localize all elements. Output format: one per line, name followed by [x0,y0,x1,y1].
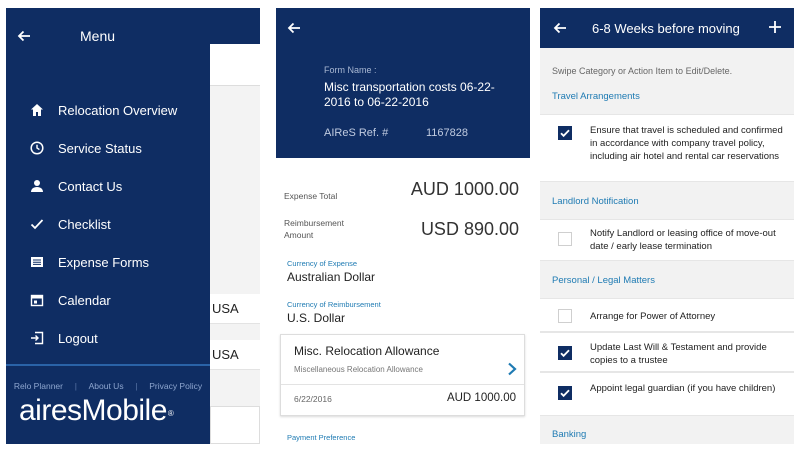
footer-links: Relo Planner | About Us | Privacy Policy [6,381,210,391]
form-body: Expense Total AUD 1000.00 Reimbursement … [276,158,530,444]
category-header[interactable]: Travel Arrangements [552,91,640,102]
link-privacy-policy[interactable]: Privacy Policy [149,381,202,391]
card-subtitle: Miscellaneous Relocation Allowance [294,365,423,374]
checkbox-unchecked[interactable] [558,232,572,246]
form-name: Misc transportation costs 06-22-2016 to … [324,80,495,109]
swipe-hint: Swipe Category or Action Item to Edit/De… [552,66,733,76]
page-title: 6-8 Weeks before moving [592,21,740,36]
list-icon [31,257,43,267]
currency-reimbursement-label: Currency of Reimbursement [287,300,381,309]
checkbox-checked[interactable] [558,386,572,400]
checkbox-checked[interactable] [558,126,572,140]
back-arrow-icon[interactable] [16,28,32,44]
check-icon [560,349,570,358]
menu-item-label: Relocation Overview [58,102,178,118]
checklist-screen: 6-8 Weeks before moving Swipe Category o… [540,8,794,444]
ref-value: 1167828 [426,127,469,139]
expense-total-value: AUD 1000.00 [410,179,519,199]
menu-item-logout[interactable]: Logout [6,321,210,355]
card-title: Misc. Relocation Allowance [294,344,440,358]
plus-icon[interactable] [768,20,782,34]
card-date: 6/22/2016 [294,394,332,404]
checklist-item[interactable]: Notify Landlord or leasing office of mov… [540,219,794,261]
expense-form-screen: Form Name : Misc transportation costs 06… [276,8,530,444]
drawer-header: Menu [6,8,210,66]
category-header[interactable]: Landlord Notification [552,196,639,207]
chevron-right-icon[interactable] [506,362,518,376]
menu-item-expense-forms[interactable]: Expense Forms [6,245,210,279]
expense-item-card[interactable]: Misc. Relocation Allowance Miscellaneous… [280,334,525,416]
registered-mark: ® [167,409,174,418]
menu-item-calendar[interactable]: Calendar [6,283,210,317]
checkbox-checked[interactable] [558,346,572,360]
menu-item-label: Contact Us [58,178,123,194]
item-text: Appoint legal guardian (if you have chil… [590,383,776,394]
form-name-label: Form Name : [324,65,377,75]
ref-label: AIReS Ref. # [324,127,389,139]
brand-name: airesMobile [19,394,167,427]
brand-logo: airesMobile® [19,394,174,428]
item-text: Update Last Will & Testament and provide… [590,342,767,366]
category-header[interactable]: Personal / Legal Matters [552,275,655,286]
back-arrow-icon[interactable] [552,20,568,36]
clock-icon [30,141,44,155]
checklist-item[interactable]: Ensure that travel is scheduled and conf… [540,114,794,182]
back-arrow-icon[interactable] [286,20,302,36]
logout-icon [31,331,44,345]
menu-item-checklist[interactable]: Checklist [6,207,210,241]
category-header[interactable]: Banking [552,429,586,440]
payment-preference-label: Payment Preference [287,433,356,442]
reimbursement-value: USD 890.00 [420,219,519,239]
reimbursement-label: Reimbursement Amount [284,218,344,240]
check-icon [560,389,570,398]
currency-reimbursement-value: U.S. Dollar [287,311,346,325]
link-relo-planner[interactable]: Relo Planner [14,381,63,391]
background-row: USA [210,294,260,324]
separator: | [74,381,77,391]
currency-expense-label: Currency of Expense [287,259,358,268]
menu-title: Menu [80,28,116,44]
calendar-icon [30,294,44,307]
menu-item-service-status[interactable]: Service Status [6,131,210,165]
checkbox-unchecked[interactable] [558,309,572,323]
menu-item-label: Checklist [58,216,111,232]
checklist-item[interactable]: Update Last Will & Testament and provide… [540,332,794,372]
form-header: Form Name : Misc transportation costs 06… [276,8,530,158]
currency-expense-value: Australian Dollar [287,270,376,284]
menu-item-contact-us[interactable]: Contact Us [6,169,210,203]
checklist-header: 6-8 Weeks before moving [540,8,794,48]
check-icon [560,129,570,138]
checklist-item[interactable]: Appoint legal guardian (if you have chil… [540,372,794,416]
item-text: Ensure that travel is scheduled and conf… [590,125,783,162]
menu-item-label: Expense Forms [58,254,150,270]
item-text: Notify Landlord or leasing office of mov… [590,228,776,252]
menu-item-label: Calendar [58,292,111,308]
person-icon [31,180,43,192]
item-text: Arrange for Power of Attorney [590,311,716,322]
divider [6,364,210,366]
check-icon [30,219,44,230]
menu-item-relocation-overview[interactable]: Relocation Overview [6,93,210,127]
background-row: USA [210,340,260,370]
separator: | [135,381,138,391]
checklist-item[interactable]: Arrange for Power of Attorney [540,298,794,332]
menu-item-label: Service Status [58,140,142,156]
expense-total-label: Expense Total [284,191,338,201]
card-amount: AUD 1000.00 [446,392,516,404]
navigation-drawer: Menu Relocation Overview Service Status … [6,8,210,444]
divider [281,384,524,385]
menu-item-label: Logout [58,330,98,346]
home-icon [31,104,43,116]
link-about-us[interactable]: About Us [89,381,124,391]
menu-screen: USA USA Menu Relocation Overview Service… [6,8,260,444]
